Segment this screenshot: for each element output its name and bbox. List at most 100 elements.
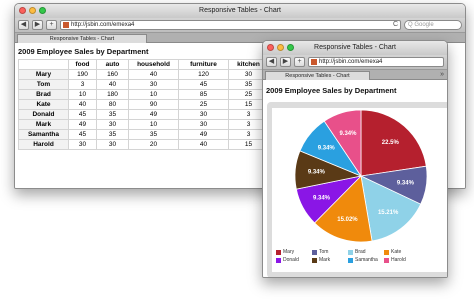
front-browser-window: Responsive Tables - Chart ◀ ▶ + http://j… [262,40,448,278]
table-cell: 45 [178,79,229,90]
table-cell: 35 [96,109,129,120]
legend-item[interactable]: Mary [276,248,306,256]
table-row: Tom3403045354 [18,79,291,90]
front-window-tabbar: Responsive Tables - Chart » [263,70,447,80]
forward-button[interactable]: ▶ [32,20,43,30]
slice-data-label: 9.34% [313,195,331,201]
column-header [18,59,69,70]
front-window-titlebar[interactable]: Responsive Tables - Chart [263,41,447,55]
table-cell: 30 [68,139,97,150]
site-favicon-icon [63,22,69,28]
table-cell: 3 [68,79,97,90]
back-button[interactable]: ◀ [18,20,29,30]
site-favicon-icon [311,59,317,65]
close-window-button[interactable] [267,44,274,51]
address-bar-url: http://jsbin.com/emexa4 [71,22,135,28]
column-header: furniture [178,59,229,70]
address-bar[interactable]: http://jsbin.com/emexa4 C [60,20,401,30]
legend-label: Samantha [355,257,378,263]
tab-responsive-tables-chart[interactable]: Responsive Tables - Chart [265,71,370,80]
legend-label: Brad [355,249,366,255]
table-cell: 49 [178,129,229,140]
table-body: Mary19016040120307Tom3403045354Brad10180… [18,69,291,150]
column-header: food [68,59,97,70]
table-cell: 30 [178,109,229,120]
legend-label: Harold [391,257,406,263]
add-bookmark-button[interactable]: + [46,20,57,30]
address-bar-url: http://jsbin.com/emexa4 [319,59,383,65]
reload-icon[interactable]: C [393,21,400,29]
tab-responsive-tables-chart[interactable]: Responsive Tables - Chart [17,34,147,43]
row-name: Kate [18,99,69,110]
table-cell: 40 [178,139,229,150]
legend-label: Tom [319,249,329,255]
legend-item[interactable]: Donald [276,256,306,264]
address-bar[interactable]: http://jsbin.com/emexa4 [308,57,444,67]
legend-item[interactable]: Samantha [348,256,378,264]
table-cell: 49 [128,109,179,120]
window-title: Responsive Tables - Chart [199,7,281,14]
legend-swatch [348,257,353,263]
back-button[interactable]: ◀ [266,57,277,67]
close-window-button[interactable] [19,7,26,14]
zoom-window-button[interactable] [39,7,46,14]
table-cell: 30 [178,119,229,130]
slice-data-label: 9.34% [318,146,336,152]
table-cell: 40 [128,69,179,80]
legend-swatch [276,249,281,255]
slice-data-label: 22.5% [382,140,400,146]
pie-chart: 22.5% 9.34% 15.21% 15.02% 9.34% 9.34% 9.34% 9.3… [294,109,428,243]
slice-data-label: 9.34% [397,181,415,187]
plus-icon: + [297,58,302,65]
table-cell: 35 [96,129,129,140]
table-cell: 45 [68,109,97,120]
legend-label: Kate [391,249,402,255]
legend-item[interactable]: Kate [384,248,414,256]
row-name: Brad [18,89,69,100]
forward-button[interactable]: ▶ [280,57,291,67]
legend-item[interactable]: Harold [384,256,414,264]
minimize-window-button[interactable] [29,7,36,14]
page-title: 2009 Employee Sales by Department [266,86,397,95]
minimize-window-button[interactable] [277,44,284,51]
row-name: Harold [18,139,69,150]
legend-item[interactable]: Mark [312,256,342,264]
chart-legend: Mary Tom Brad Kate Donald Mark Samantha Harold [276,248,446,264]
tabs-overflow-icon[interactable]: » [440,70,444,79]
row-name: Tom [18,79,69,90]
search-placeholder: Google [414,22,434,28]
table-cell: 25 [178,99,229,110]
slice-data-label: 15.21% [378,210,399,216]
legend-item[interactable]: Brad [348,248,378,256]
legend-label: Mary [283,249,295,255]
legend-swatch [276,257,281,263]
page-title: 2009 Employee Sales by Department [18,47,149,56]
search-icon: Q [408,22,413,28]
table-cell: 80 [96,99,129,110]
zoom-window-button[interactable] [287,44,294,51]
table-cell: 85 [178,89,229,100]
slice-data-label: 9.34% [308,170,326,176]
column-header: auto [96,59,129,70]
add-bookmark-button[interactable]: + [294,57,305,67]
legend-swatch [312,257,317,263]
table-row: Harold30302040151 [18,139,291,150]
table-cell: 49 [68,119,97,130]
forward-arrow-icon: ▶ [282,58,289,65]
row-name: Samantha [18,129,69,140]
back-arrow-icon: ◀ [268,58,275,65]
back-window-titlebar[interactable]: Responsive Tables - Chart [15,4,465,18]
legend-item[interactable]: Tom [312,248,342,256]
table-row: Mary19016040120307 [18,69,291,80]
column-header: household [128,59,179,70]
row-name: Donald [18,109,69,120]
front-window-content: 2009 Employee Sales by Department 22.5% 9… [263,80,447,277]
legend-label: Donald [283,257,299,263]
search-input[interactable]: Q Google [404,20,462,30]
row-name: Mark [18,119,69,130]
table-cell: 35 [128,129,179,140]
back-window-toolbar: ◀ ▶ + http://jsbin.com/emexa4 C Q Google [15,18,465,33]
window-controls [267,44,294,51]
table-row: Brad101801085257 [18,89,291,100]
table-cell: 180 [96,89,129,100]
